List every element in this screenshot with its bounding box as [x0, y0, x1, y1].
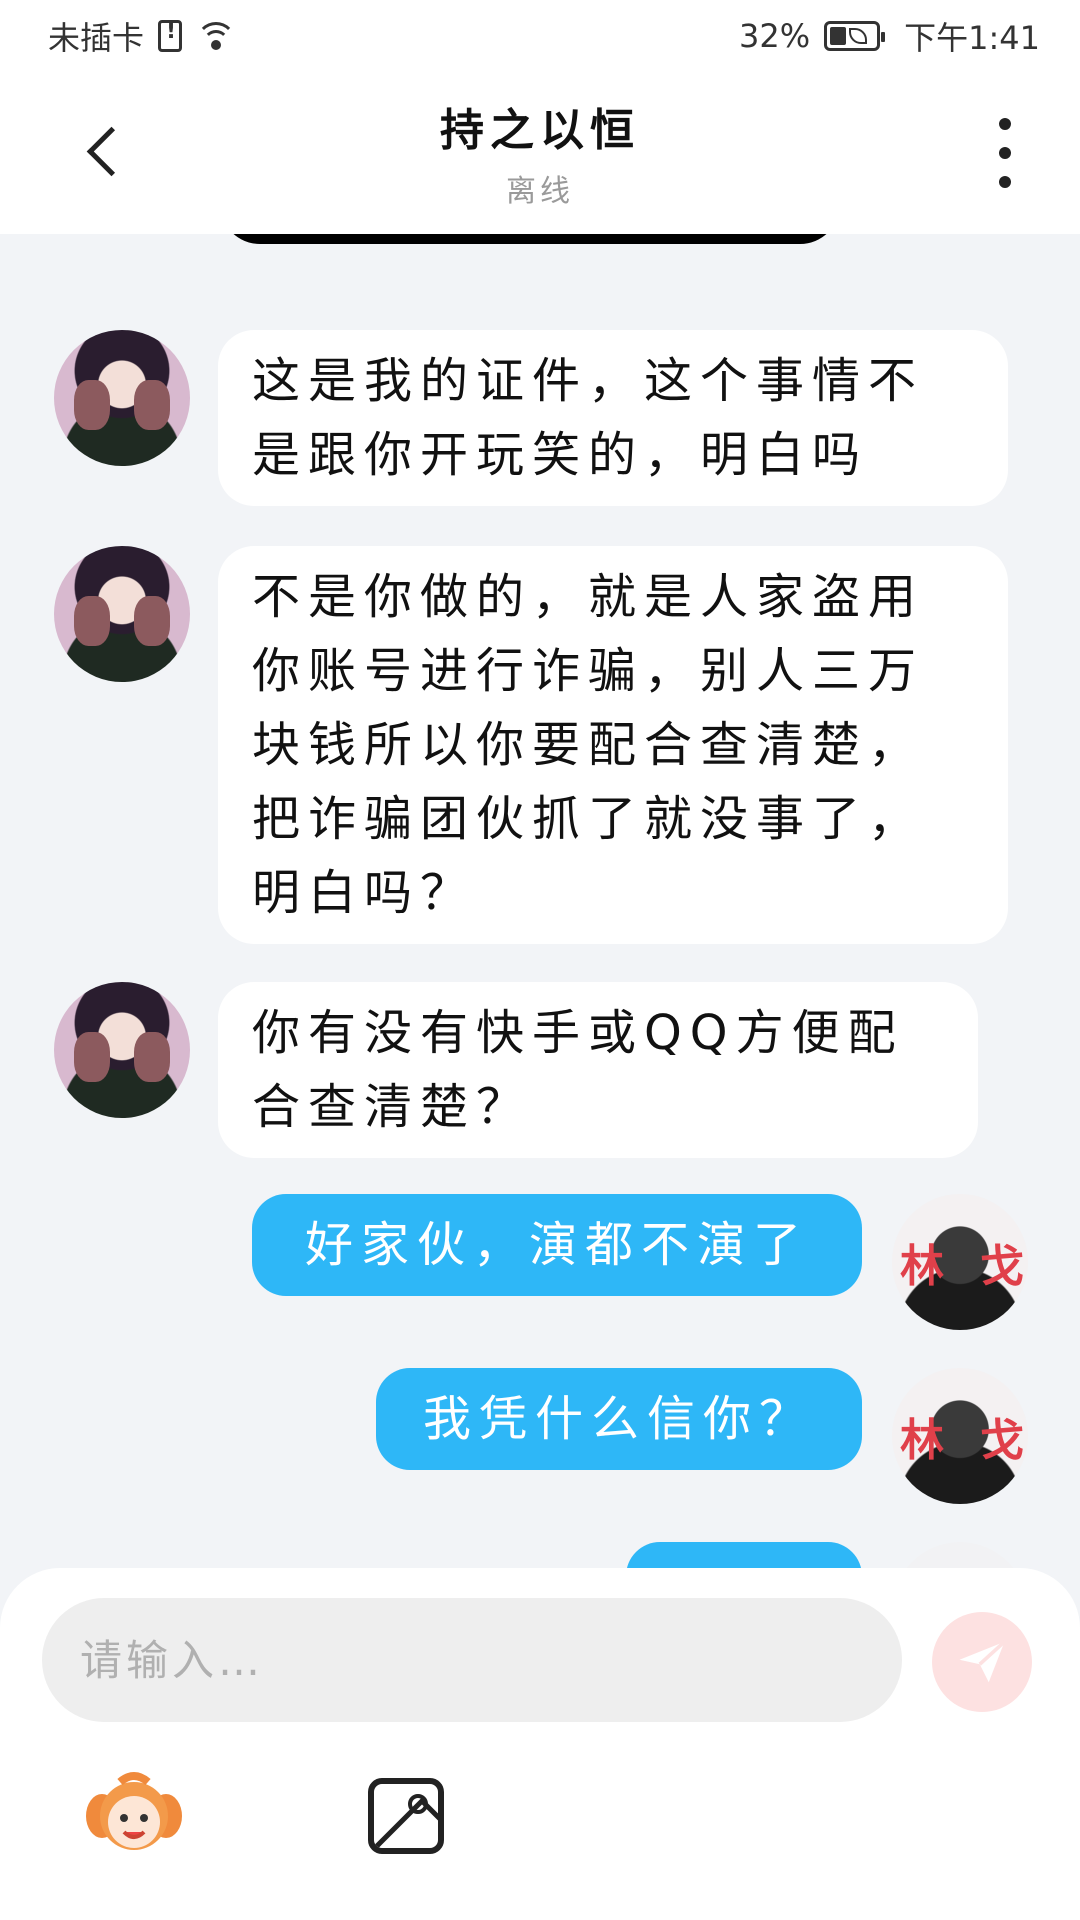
image-icon[interactable]	[368, 1778, 444, 1854]
message-bubble-incoming[interactable]: 你有没有快手或QQ方便配合查清楚？	[218, 982, 978, 1158]
emoji-mascot-icon[interactable]	[84, 1768, 184, 1858]
send-button[interactable]	[932, 1612, 1032, 1712]
message-input[interactable]	[42, 1598, 902, 1722]
sim-alert-icon	[158, 19, 183, 52]
message-bubble-outgoing[interactable]: 好家伙，演都不演了	[252, 1194, 862, 1296]
battery-percent: 32%	[739, 17, 811, 55]
more-vertical-icon[interactable]	[990, 118, 1020, 188]
avatar-mark-left: 林	[900, 1241, 944, 1292]
contact-name: 持之以恒	[440, 105, 640, 156]
contact-avatar[interactable]	[54, 982, 190, 1118]
previous-message-image[interactable]	[220, 234, 840, 244]
user-avatar[interactable]: 林 戈	[892, 1194, 1028, 1330]
title-block: 持之以恒 离线	[0, 94, 1080, 210]
status-right: 32% 下午1:41	[739, 13, 1040, 59]
message-bubble-outgoing[interactable]: 我凭什么信你？	[376, 1368, 862, 1470]
chat-screen: 未插卡 32% 下午1:41 持之以恒 离线 这是我的证件，这个事情不是跟你开玩	[0, 0, 1080, 1920]
clock: 下午1:41	[904, 19, 1040, 57]
battery-icon	[824, 21, 886, 51]
contact-avatar[interactable]	[54, 330, 190, 466]
chat-header: 持之以恒 离线	[0, 72, 1080, 234]
contact-status: 离线	[506, 174, 574, 209]
avatar-mark-left: 林	[900, 1415, 944, 1466]
send-icon	[959, 1640, 1006, 1683]
status-left: 未插卡	[48, 13, 237, 59]
avatar-mark-right: 戈	[980, 1415, 1024, 1466]
wifi-icon	[196, 20, 237, 52]
input-panel	[0, 1568, 1080, 1920]
user-avatar[interactable]: 林 戈	[892, 1368, 1028, 1504]
contact-avatar[interactable]	[54, 546, 190, 682]
message-list[interactable]: 这是我的证件，这个事情不是跟你开玩笑的，明白吗 不是你做的，就是人家盗用你账号进…	[0, 234, 1080, 1574]
message-bubble-incoming[interactable]: 这是我的证件，这个事情不是跟你开玩笑的，明白吗	[218, 330, 1008, 506]
carrier-label: 未插卡	[48, 19, 145, 57]
message-bubble-incoming[interactable]: 不是你做的，就是人家盗用你账号进行诈骗，别人三万块钱所以你要配合查清楚，把诈骗团…	[218, 546, 1008, 944]
status-bar: 未插卡 32% 下午1:41	[0, 0, 1080, 72]
avatar-mark-right: 戈	[980, 1241, 1024, 1292]
